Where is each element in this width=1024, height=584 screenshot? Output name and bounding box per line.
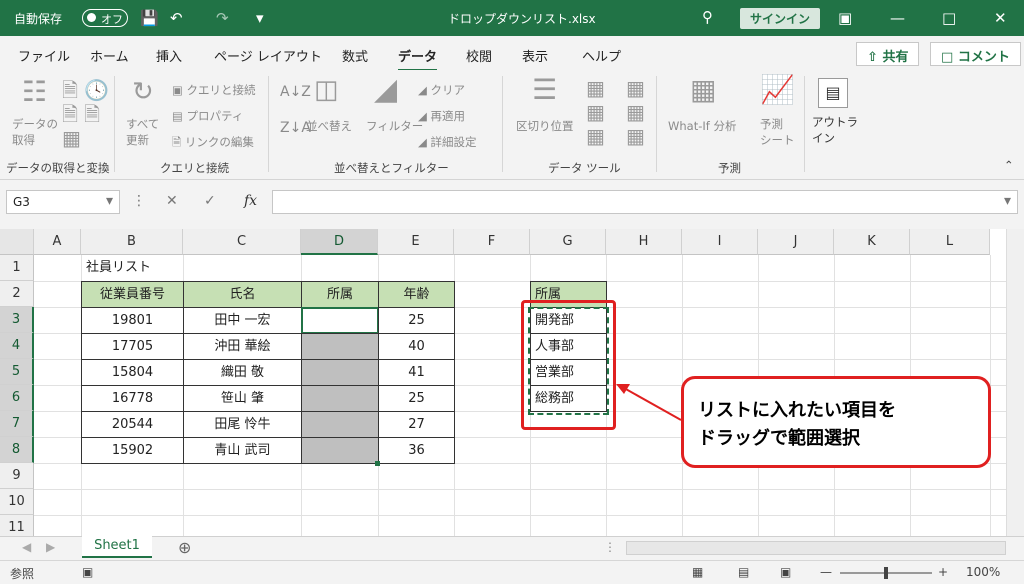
next-sheet-icon[interactable]: ▶ — [46, 540, 55, 554]
horizontal-scrollbar[interactable] — [626, 541, 1006, 555]
zoom-in-icon[interactable]: + — [938, 565, 948, 579]
page-layout-view-icon[interactable]: ▤ — [738, 565, 749, 579]
sheet-tab-sheet1[interactable]: Sheet1 — [82, 536, 152, 558]
add-sheet-icon[interactable]: ⊕ — [178, 538, 191, 557]
instruction-callout: リストに入れたい項目を ドラッグで範囲選択 — [681, 376, 991, 468]
page-break-view-icon[interactable]: ▣ — [780, 565, 791, 579]
callout-line-2: ドラッグで範囲選択 — [698, 428, 860, 449]
zoom-out-icon[interactable]: — — [820, 565, 832, 579]
callout-line-1: リストに入れたい項目を — [698, 400, 896, 421]
zoom-slider-thumb[interactable] — [884, 567, 888, 579]
normal-view-icon[interactable]: ▦ — [692, 565, 703, 579]
status-bar: 参照 ▣ ▦ ▤ ▣ — + 100% — [0, 560, 1024, 584]
zoom-level[interactable]: 100% — [966, 565, 1000, 579]
accessibility-icon[interactable]: ▣ — [82, 565, 93, 579]
tab-split-handle-icon[interactable]: ⋮ — [604, 540, 616, 554]
status-mode: 参照 — [10, 567, 35, 581]
callout-arrow — [616, 384, 682, 421]
sheet-tab-bar: ◀ ▶ Sheet1 ⊕ ⋮ — [0, 536, 1024, 560]
prev-sheet-icon[interactable]: ◀ — [22, 540, 31, 554]
